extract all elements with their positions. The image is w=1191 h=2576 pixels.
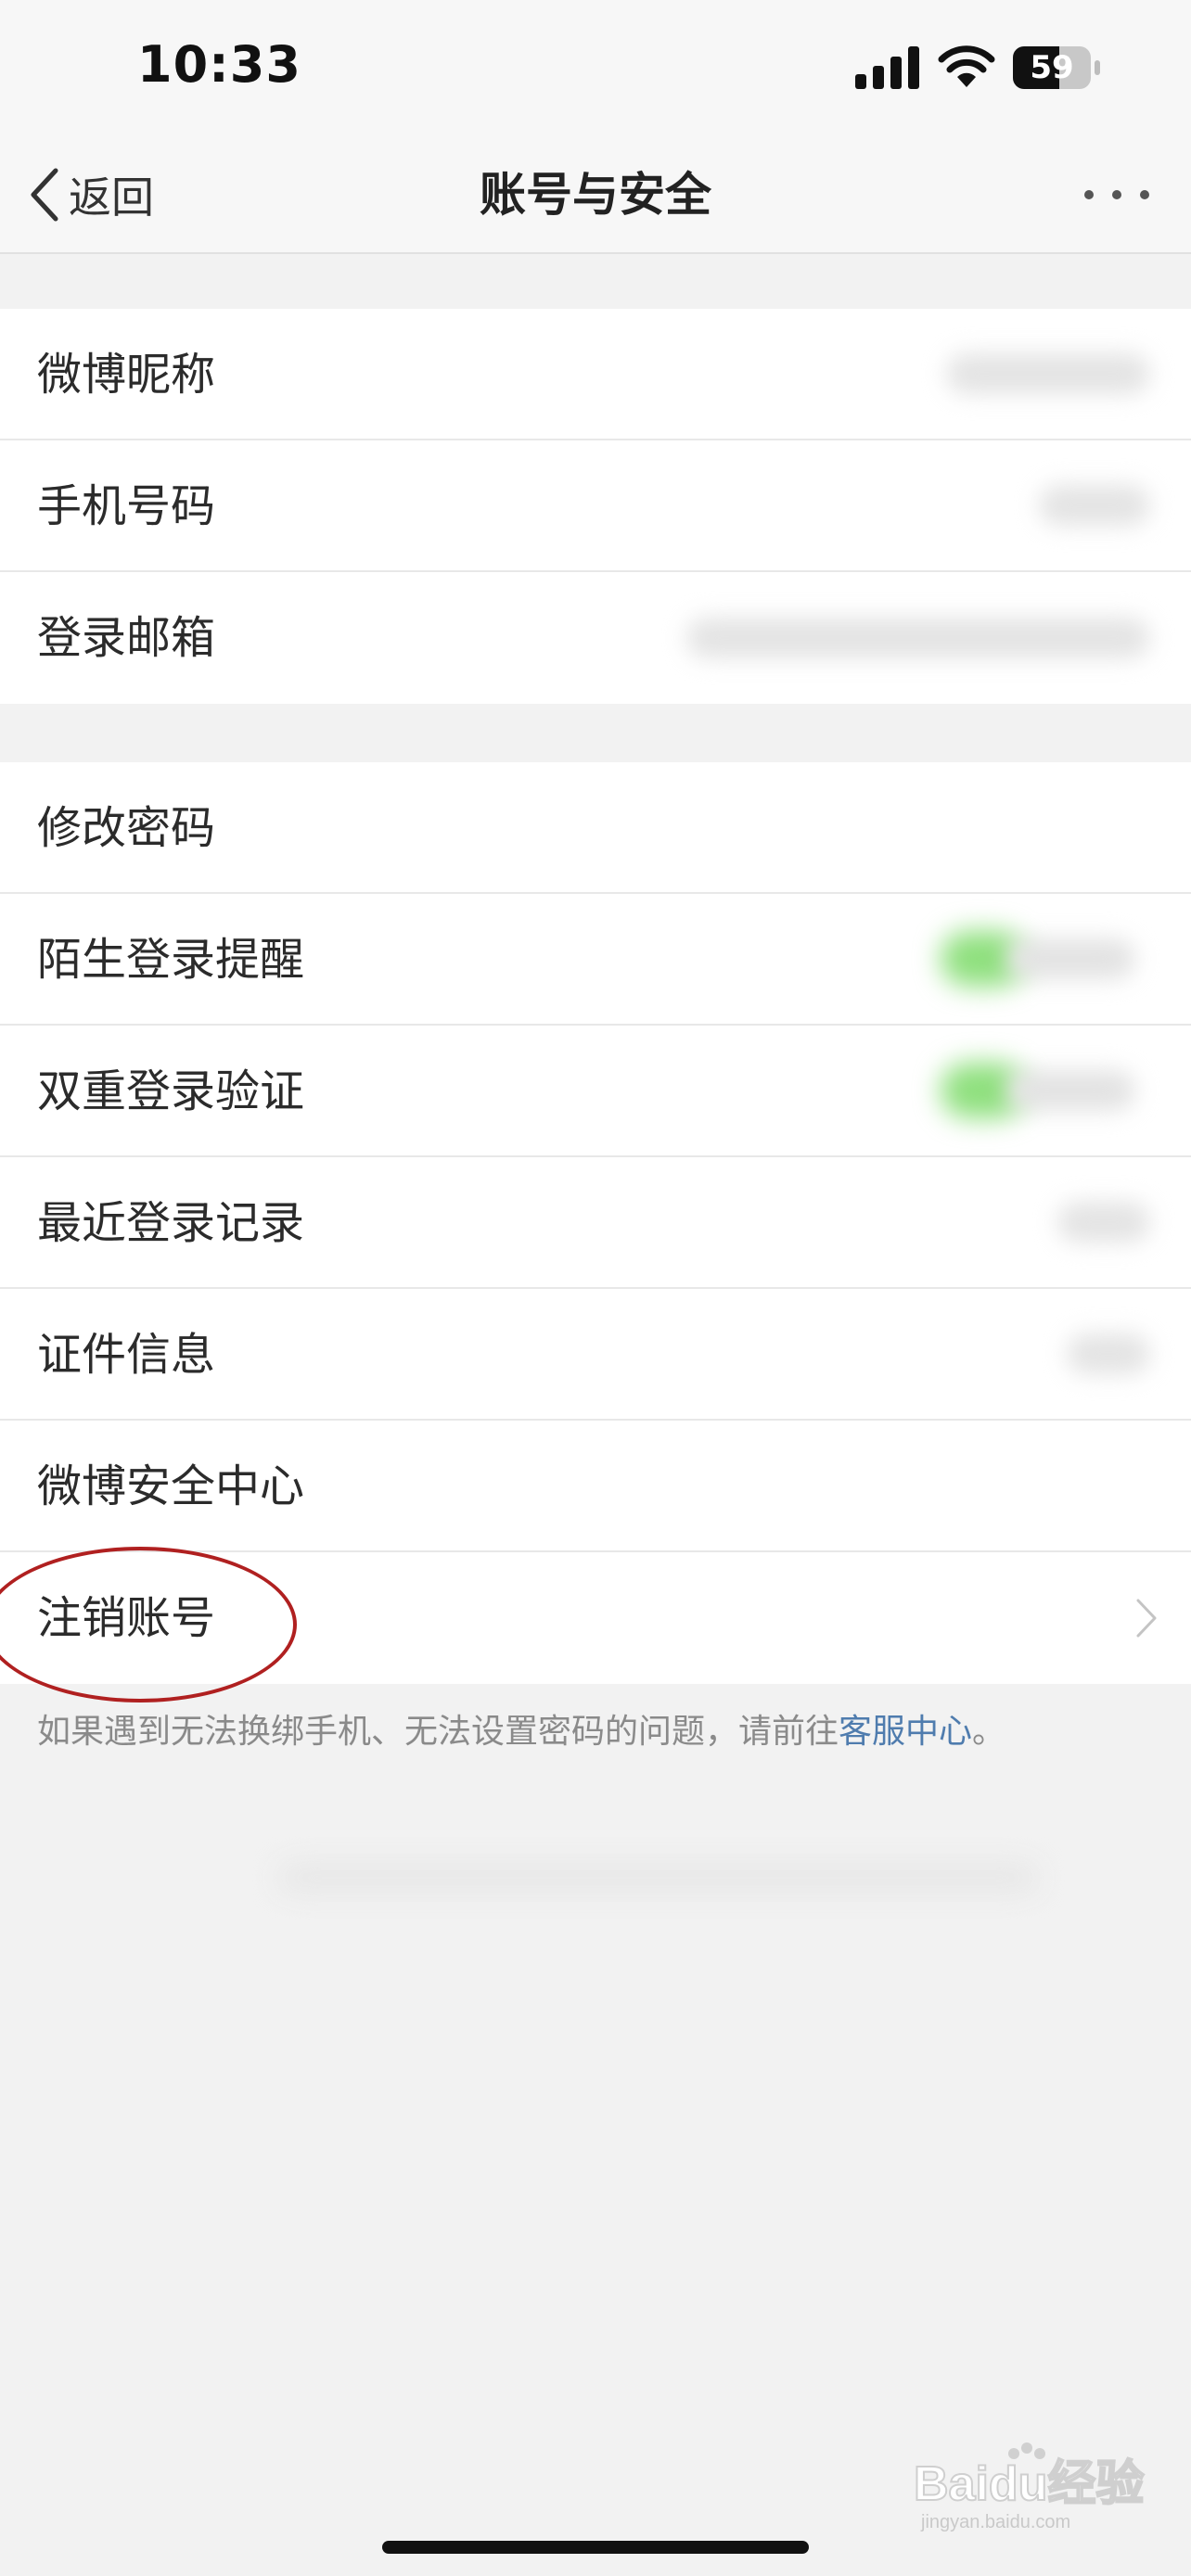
wifi-icon: [938, 45, 995, 87]
row-two-factor-login[interactable]: 双重登录验证: [0, 1026, 1191, 1157]
status-time: 10:33: [137, 35, 301, 94]
footer-note-text: 如果遇到无法换绑手机、无法设置密码的问题，请前往: [37, 1713, 839, 1751]
status-bar: 10:33 59: [0, 0, 1191, 139]
row-phone-number[interactable]: 手机号码: [0, 440, 1191, 572]
row-id-info[interactable]: 证件信息: [0, 1289, 1191, 1421]
cellular-signal-icon: [855, 46, 919, 89]
toggle-switch[interactable]: [941, 1063, 1135, 1118]
svg-text:Baidu经验: Baidu经验: [914, 2457, 1144, 2511]
back-label: 返回: [69, 172, 154, 223]
row-label: 微博安全中心: [37, 1460, 305, 1512]
baidu-jingyan-watermark: Baidu经验 jingyan.baidu.com: [914, 2442, 1145, 2532]
more-dots-icon[interactable]: [1080, 176, 1154, 213]
row-login-email[interactable]: 登录邮箱: [0, 572, 1191, 704]
footer-note: 如果遇到无法换绑手机、无法设置密码的问题，请前往客服中心。: [37, 1706, 1150, 1758]
row-recent-login-records[interactable]: 最近登录记录: [0, 1157, 1191, 1289]
account-info-group: 微博昵称 手机号码 登录邮箱: [0, 309, 1191, 704]
blurred-value: [1067, 1333, 1150, 1374]
blurred-value: [1057, 1202, 1150, 1243]
row-label: 注销账号: [37, 1592, 216, 1644]
blurred-text-line: [278, 1864, 1039, 1892]
row-label: 双重登录验证: [37, 1065, 305, 1117]
customer-service-link[interactable]: 客服中心: [839, 1713, 972, 1751]
battery-percent: 59: [1030, 49, 1074, 86]
row-label: 最近登录记录: [37, 1197, 305, 1249]
chevron-left-icon: [31, 168, 58, 222]
toggle-switch[interactable]: [941, 931, 1135, 987]
row-label: 修改密码: [37, 802, 216, 854]
row-label: 手机号码: [37, 480, 216, 532]
row-label: 登录邮箱: [37, 612, 216, 664]
row-label: 证件信息: [37, 1329, 216, 1381]
row-cancel-account[interactable]: 注销账号: [0, 1552, 1191, 1684]
svg-text:jingyan.baidu.com: jingyan.baidu.com: [920, 2512, 1070, 2532]
row-weibo-nickname[interactable]: 微博昵称: [0, 309, 1191, 440]
row-security-center[interactable]: 微博安全中心: [0, 1421, 1191, 1552]
security-group: 修改密码 陌生登录提醒 双重登录验证 最近登录记录 证件信息 微博安全中心 注销…: [0, 762, 1191, 1684]
home-indicator[interactable]: [382, 2541, 809, 2554]
row-change-password[interactable]: 修改密码: [0, 762, 1191, 894]
footer-note-end: 。: [972, 1713, 1006, 1751]
back-button[interactable]: 返回: [28, 158, 154, 232]
blurred-value: [686, 618, 1150, 658]
row-label: 陌生登录提醒: [37, 934, 305, 986]
blurred-value: [946, 353, 1150, 394]
page-title: 账号与安全: [480, 168, 711, 222]
navigation-bar: 返回 账号与安全: [0, 139, 1191, 254]
row-label: 微博昵称: [37, 349, 216, 401]
blurred-value: [1039, 485, 1150, 526]
chevron-right-icon: [1136, 1599, 1157, 1638]
row-unfamiliar-login-alert[interactable]: 陌生登录提醒: [0, 894, 1191, 1026]
